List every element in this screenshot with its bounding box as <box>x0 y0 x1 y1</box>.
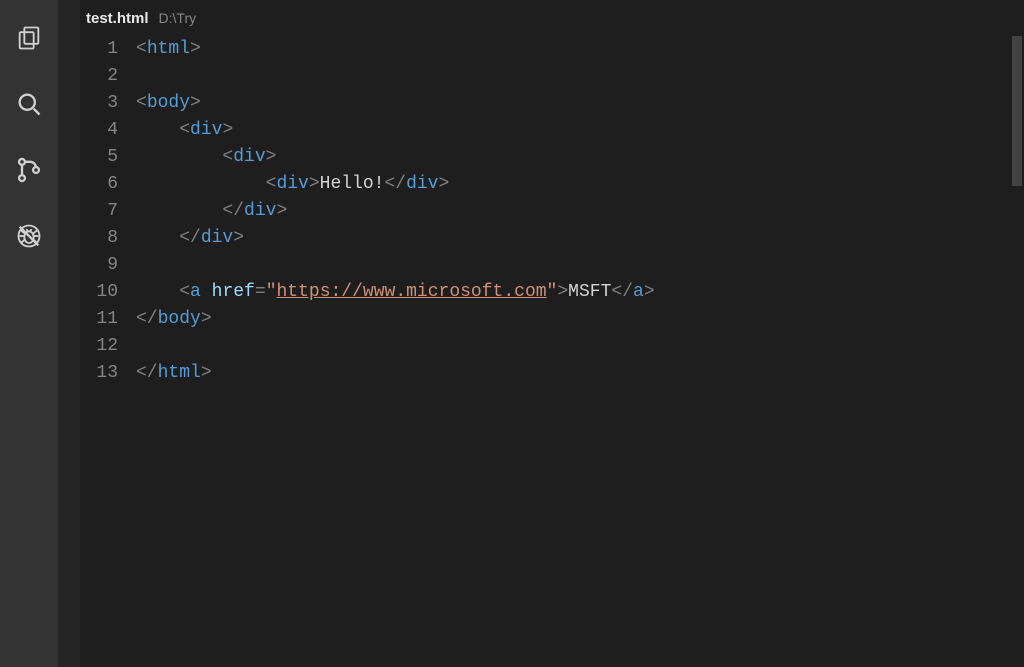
search-icon[interactable] <box>5 80 53 128</box>
code-line[interactable]: <div>Hello!</div> <box>136 171 1024 198</box>
editor-area: test.html D:\Try 12345678910111213 <html… <box>80 0 1024 667</box>
code-line[interactable] <box>136 333 1024 360</box>
code-line[interactable] <box>136 63 1024 90</box>
code-line[interactable]: <div> <box>136 117 1024 144</box>
explorer-icon[interactable] <box>5 14 53 62</box>
line-number: 5 <box>80 144 118 171</box>
line-number: 9 <box>80 252 118 279</box>
code-line[interactable]: <a href="https://www.microsoft.com">MSFT… <box>136 279 1024 306</box>
line-number: 3 <box>80 90 118 117</box>
code-content[interactable]: <html> <body> <div> <div> <div>Hello!</d… <box>136 36 1024 667</box>
vertical-scrollbar[interactable] <box>1010 36 1024 667</box>
tab-filename: test.html <box>86 10 149 27</box>
scrollbar-thumb[interactable] <box>1012 36 1022 186</box>
line-number: 2 <box>80 63 118 90</box>
line-number: 13 <box>80 360 118 387</box>
code-line[interactable]: <html> <box>136 36 1024 63</box>
sidebar-collapsed <box>58 0 80 667</box>
code-line[interactable]: </div> <box>136 225 1024 252</box>
line-number: 7 <box>80 198 118 225</box>
line-number: 11 <box>80 306 118 333</box>
activity-bar <box>0 0 58 667</box>
editor-tab[interactable]: test.html D:\Try <box>80 0 1024 36</box>
line-number: 8 <box>80 225 118 252</box>
code-editor[interactable]: 12345678910111213 <html> <body> <div> <d… <box>80 36 1024 667</box>
line-number: 6 <box>80 171 118 198</box>
line-number: 10 <box>80 279 118 306</box>
code-line[interactable]: </div> <box>136 198 1024 225</box>
line-number: 12 <box>80 333 118 360</box>
code-line[interactable]: </html> <box>136 360 1024 387</box>
line-numbers: 12345678910111213 <box>80 36 136 667</box>
code-line[interactable]: </body> <box>136 306 1024 333</box>
line-number: 1 <box>80 36 118 63</box>
tab-path: D:\Try <box>159 10 197 26</box>
code-line[interactable]: <body> <box>136 90 1024 117</box>
line-number: 4 <box>80 117 118 144</box>
debug-icon[interactable] <box>5 212 53 260</box>
code-line[interactable] <box>136 252 1024 279</box>
code-line[interactable]: <div> <box>136 144 1024 171</box>
source-control-icon[interactable] <box>5 146 53 194</box>
